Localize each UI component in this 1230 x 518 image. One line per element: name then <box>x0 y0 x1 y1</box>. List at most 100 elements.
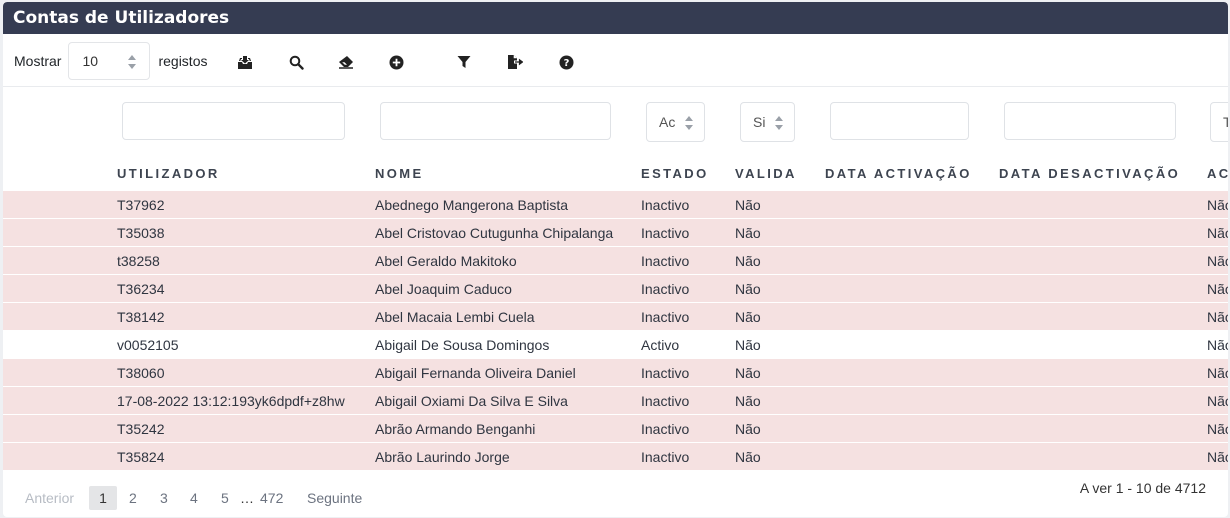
column-header-data-desactivacao[interactable]: DATA DESACTIVAÇÃO <box>999 166 1180 181</box>
cell-valida: Não <box>735 449 761 465</box>
column-header-valida[interactable]: VALIDA <box>735 166 797 181</box>
cell-estado: Inactivo <box>641 281 690 297</box>
filter-icon[interactable] <box>454 52 474 72</box>
cell-ac: Não <box>1207 337 1228 353</box>
pagination-ellipsis: … <box>240 490 254 506</box>
table-row[interactable]: T35038 Abel Cristovao Cutugunha Chipalang… <box>3 218 1228 246</box>
search-icon[interactable] <box>286 52 306 72</box>
show-label: Mostrar <box>14 53 62 69</box>
sort-spinner-icon <box>775 116 783 130</box>
column-header-estado[interactable]: ESTADO <box>641 166 709 181</box>
cell-valida: Não <box>735 253 761 269</box>
cell-nome: Abel Cristovao Cutugunha Chipalanga <box>375 225 614 241</box>
cell-valida: Não <box>735 393 761 409</box>
export-icon[interactable] <box>505 52 525 72</box>
inbox-download-icon[interactable] <box>235 52 255 72</box>
plus-circle-icon[interactable] <box>386 52 406 72</box>
table-row[interactable]: T38142 Abel Macaia Lembi Cuela Inactivo Não… <box>3 302 1228 330</box>
cell-utilizador: T38060 <box>117 365 165 381</box>
cell-valida: Não <box>735 365 761 381</box>
cell-ac: Não <box>1207 365 1228 381</box>
pagination: Anterior 1 2 3 4 5 … 472 Seguinte <box>3 486 1228 510</box>
cell-valida: Não <box>735 281 761 297</box>
accounts-panel: Contas de Utilizadores Mostrar 10 regist… <box>3 2 1228 517</box>
cell-utilizador: 17-08-2022 13:12:193yk6dpdf+z8hw <box>117 393 345 409</box>
cell-nome: Abigail Oxiami Da Silva E Silva <box>375 393 568 409</box>
cell-estado: Inactivo <box>641 309 690 325</box>
page-length-value: 10 <box>82 53 99 69</box>
cell-utilizador: v0052105 <box>117 337 179 353</box>
cell-ac: Não <box>1207 197 1228 213</box>
panel-header: Contas de Utilizadores <box>3 2 1228 34</box>
filter-estado-value: Ac <box>659 114 676 130</box>
svg-text:?: ? <box>563 58 569 69</box>
page-button-3[interactable]: 3 <box>160 486 168 510</box>
sort-spinner-icon <box>128 55 137 69</box>
filter-valida-select[interactable]: Si <box>740 102 795 142</box>
table-row[interactable]: T38060 Abigail Fernanda Oliveira Daniel In… <box>3 358 1228 386</box>
filter-ac-select[interactable]: T <box>1210 102 1228 142</box>
column-header-ac[interactable]: AC <box>1207 166 1228 181</box>
cell-estado: Inactivo <box>641 225 690 241</box>
eraser-icon[interactable] <box>336 52 356 72</box>
cell-ac: Não <box>1207 449 1228 465</box>
cell-utilizador: T38142 <box>117 309 165 325</box>
column-header-utilizador[interactable]: UTILIZADOR <box>117 166 220 181</box>
column-header-data-activacao[interactable]: DATA ACTIVAÇÃO <box>825 166 972 181</box>
cell-nome: Abel Joaquim Caduco <box>375 281 512 297</box>
cell-ac: Não <box>1207 253 1228 269</box>
table-row[interactable]: T37962 Abednego Mangerona Baptista Inactiv… <box>3 190 1228 218</box>
cell-nome: Abrão Laurindo Jorge <box>375 449 510 465</box>
cell-nome: Abrão Armando Benganhi <box>375 421 536 437</box>
table-row[interactable]: v0052105 Abigail De Sousa Domingos Activo N… <box>3 330 1228 358</box>
cell-utilizador: T35242 <box>117 421 165 437</box>
cell-nome: Abigail Fernanda Oliveira Daniel <box>375 365 576 381</box>
cell-estado: Activo <box>641 337 680 353</box>
cell-ac: Não <box>1207 393 1228 409</box>
filter-data-activacao-input[interactable] <box>830 102 969 140</box>
help-icon[interactable]: ? <box>556 52 576 72</box>
cell-nome: Abednego Mangerona Baptista <box>375 197 569 213</box>
cell-estado: Inactivo <box>641 421 690 437</box>
page-length-select[interactable]: 10 <box>68 42 151 80</box>
page-button-1[interactable]: 1 <box>89 486 117 510</box>
cell-valida: Não <box>735 337 761 353</box>
cell-estado: Inactivo <box>641 393 690 409</box>
page-button-4[interactable]: 4 <box>190 486 198 510</box>
table-row[interactable]: T35242 Abrão Armando Benganhi Inactivo Não N… <box>3 414 1228 442</box>
page-button-2[interactable]: 2 <box>129 486 137 510</box>
cell-ac: Não <box>1207 225 1228 241</box>
cell-ac: Não <box>1207 309 1228 325</box>
filter-valida-value: Si <box>753 114 766 130</box>
cell-estado: Inactivo <box>641 449 690 465</box>
filter-utilizador-input[interactable] <box>122 102 345 140</box>
filter-nome-input[interactable] <box>380 102 611 140</box>
cell-estado: Inactivo <box>641 253 690 269</box>
cell-valida: Não <box>735 421 761 437</box>
cell-utilizador: T36234 <box>117 281 165 297</box>
table-row[interactable]: T35824 Abrão Laurindo Jorge Inactivo Não Não <box>3 442 1228 470</box>
cell-valida: Não <box>735 197 761 213</box>
filter-estado-select[interactable]: Ac <box>646 102 705 142</box>
filter-data-desactivacao-input[interactable] <box>1004 102 1176 140</box>
toolbar-divider <box>3 86 1228 87</box>
cell-utilizador: t38258 <box>117 253 160 269</box>
cell-valida: Não <box>735 225 761 241</box>
cell-ac: Não <box>1207 421 1228 437</box>
table-row[interactable]: t38258 Abel Geraldo Makitoko Inactivo Não Nã… <box>3 246 1228 274</box>
table-row[interactable]: 17-08-2022 13:12:193yk6dpdf+z8hw Abigail … <box>3 386 1228 414</box>
page-button-last[interactable]: 472 <box>260 486 283 510</box>
toolbar: Mostrar 10 registos <box>3 40 1228 82</box>
cell-utilizador: T37962 <box>117 197 165 213</box>
table-info: A ver 1 - 10 de 4712 <box>1079 480 1206 496</box>
page-title: Contas de Utilizadores <box>13 8 230 28</box>
cell-nome: Abel Geraldo Makitoko <box>375 253 517 269</box>
cell-nome: Abigail De Sousa Domingos <box>375 337 550 353</box>
page-button-5[interactable]: 5 <box>221 486 229 510</box>
next-page-button[interactable]: Seguinte <box>307 486 362 510</box>
previous-page-button[interactable]: Anterior <box>25 486 74 510</box>
records-label: registos <box>158 53 208 69</box>
table-row[interactable]: T36234 Abel Joaquim Caduco Inactivo Não Não <box>3 274 1228 302</box>
column-header-nome[interactable]: NOME <box>375 166 424 181</box>
filter-ac-value: T <box>1223 114 1228 130</box>
